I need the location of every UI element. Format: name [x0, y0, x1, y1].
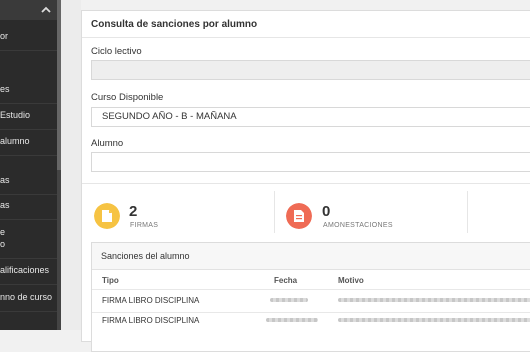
divider [82, 37, 530, 38]
divider [274, 191, 275, 233]
ciclo-lectivo-select[interactable] [91, 60, 530, 80]
curso-disponible-select[interactable]: SEGUNDO AÑO - B - MAÑANA [91, 107, 530, 127]
alumno-label: Alumno [91, 138, 124, 149]
content-gutter [61, 0, 81, 330]
table-cell-tipo: FIRMA LIBRO DISCIPLINA [102, 296, 200, 305]
amonestaciones-count: 0 [322, 203, 331, 220]
sidebar-item-label: as [0, 175, 10, 185]
firmas-label: FIRMAS [130, 222, 159, 229]
sanciones-table-title: Sanciones del alumno [92, 243, 530, 270]
sidebar-item-label: o [0, 239, 6, 249]
sidebar-item-label: e [0, 227, 6, 237]
sidebar-item[interactable]: as [0, 199, 61, 220]
redacted-fecha [270, 298, 308, 302]
sidebar-item-label: es [0, 84, 10, 94]
divider [92, 312, 530, 313]
page-title: Consulta de sanciones por alumno [91, 19, 258, 30]
sidebar-item-label: Estudio [0, 110, 31, 120]
document-icon [286, 203, 312, 229]
sidebar-header [0, 0, 61, 20]
sidebar-item-label: nno de curso [0, 292, 53, 302]
column-header-tipo: Tipo [102, 276, 119, 285]
sidebar-item-label: alificaciones [0, 265, 50, 275]
sidebar-item-label: alumno [0, 136, 30, 146]
column-header-fecha: Fecha [274, 276, 298, 285]
sidebar-item[interactable]: nno de curso [0, 291, 61, 312]
sidebar-item[interactable]: or [0, 30, 61, 51]
table-cell-tipo: FIRMA LIBRO DISCIPLINA [102, 316, 200, 325]
sidebar-item-label: as [0, 200, 10, 210]
chevron-up-icon[interactable] [40, 4, 52, 16]
redacted-fecha [266, 318, 318, 322]
sidebar-item[interactable]: as [0, 174, 61, 195]
sidebar-item[interactable]: Estudio [0, 109, 61, 130]
sanciones-table-panel: Sanciones del alumno Tipo Fecha Motivo F… [91, 242, 530, 352]
sidebar-item[interactable]: alumno [0, 135, 61, 156]
divider [82, 183, 530, 184]
alumno-select[interactable] [91, 152, 530, 172]
sidebar-item-label: or [0, 31, 9, 41]
sidebar-item[interactable]: es [0, 83, 61, 104]
divider [92, 289, 530, 290]
divider [467, 191, 468, 233]
curso-disponible-label: Curso Disponible [91, 92, 164, 103]
redacted-motivo [338, 298, 530, 302]
amonestaciones-label: AMONESTACIONES [323, 222, 393, 229]
sanciones-panel: Consulta de sanciones por alumno Ciclo l… [81, 10, 530, 352]
sidebar: or es Estudio alumno as as e o alificaciones nno … [0, 0, 61, 330]
ciclo-lectivo-label: Ciclo lectivo [91, 46, 142, 57]
signature-icon [94, 203, 120, 229]
sidebar-item[interactable]: eo [0, 226, 61, 259]
sidebar-item[interactable]: alificaciones [0, 264, 61, 285]
firmas-count: 2 [129, 203, 138, 220]
redacted-motivo [338, 318, 530, 322]
column-header-motivo: Motivo [338, 276, 364, 285]
